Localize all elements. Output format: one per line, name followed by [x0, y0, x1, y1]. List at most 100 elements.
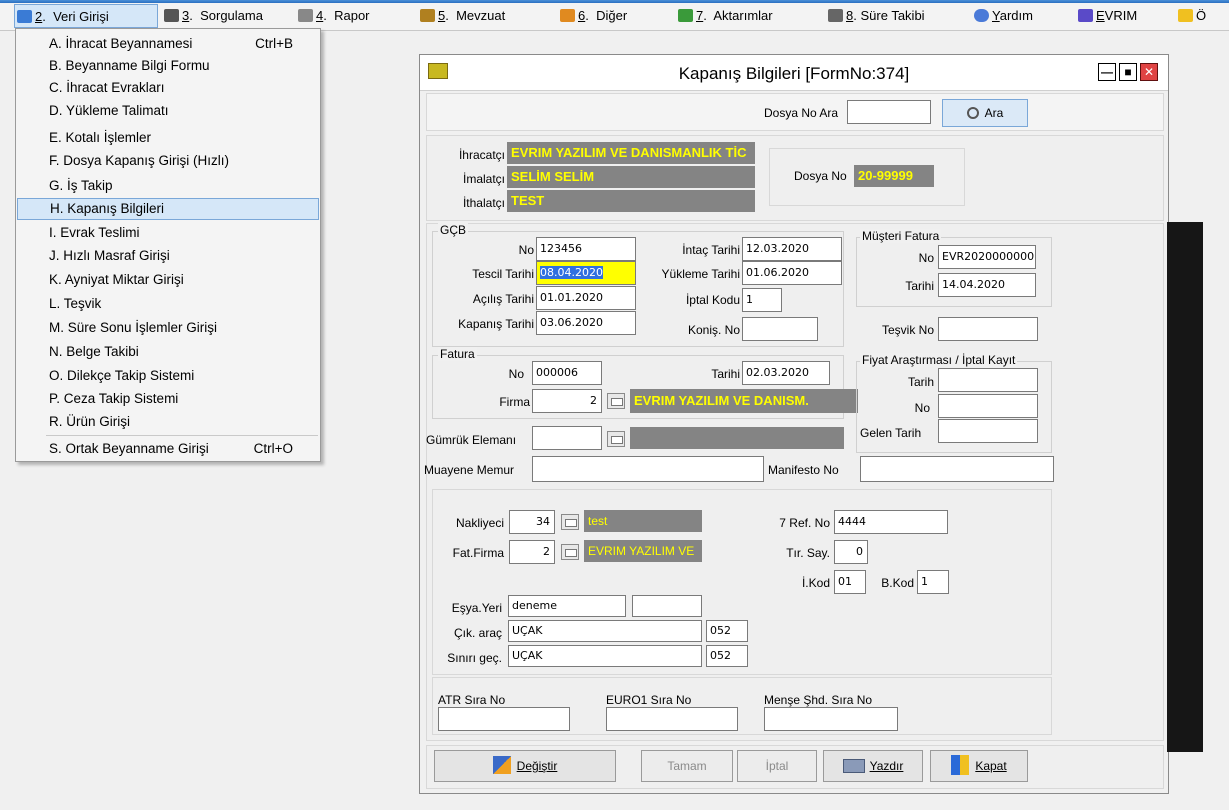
tir-say-label: Tır. Say. — [786, 546, 830, 560]
fatura-firma-no-input[interactable]: 2 — [532, 389, 602, 413]
yazdir-button[interactable]: Yazdır — [823, 750, 923, 782]
close-button[interactable]: ✕ — [1140, 63, 1158, 81]
dosya-no-ara-label: Dosya No Ara — [764, 106, 839, 120]
cik-arac-label: Çık. araç — [453, 626, 502, 640]
menu-item-belge-takibi[interactable]: N. Belge Takibi — [17, 341, 319, 363]
esya-yeri-input[interactable]: deneme — [508, 595, 626, 617]
cik-arac-code-input[interactable]: 052 — [706, 620, 748, 642]
musteri-no-label: No — [918, 251, 934, 265]
fatura-tarihi-label: Tarihi — [711, 367, 740, 381]
intac-tarihi-input[interactable]: 12.03.2020 — [742, 237, 842, 261]
menu-item-beyanname-bilgi-formu[interactable]: B. Beyanname Bilgi Formu — [17, 55, 319, 77]
menubar: 2. Veri Girişi 3. Sorgulama 4. Rapor 5. … — [0, 0, 1229, 31]
menu-item-is-takip[interactable]: G. İş Takip — [17, 175, 319, 197]
sinir-gec-code-input[interactable]: 052 — [706, 645, 748, 667]
menu-favorites[interactable]: Ö — [1176, 4, 1206, 28]
menu-item-tesvik[interactable]: L. Teşvik — [17, 293, 319, 315]
yukleme-tarihi-input[interactable]: 01.06.2020 — [742, 261, 842, 285]
sinir-gec-label: Sınırı geç. — [447, 651, 502, 665]
gelen-tarih-label: Gelen Tarih — [860, 426, 922, 440]
menu-item-yukleme-talimati[interactable]: D. Yükleme Talimatı — [17, 100, 319, 122]
iptal-button[interactable]: İptal — [737, 750, 817, 782]
maximize-button[interactable]: ■ — [1119, 63, 1137, 81]
fiyat-tarih-input[interactable] — [938, 368, 1038, 392]
tescil-tarihi-input[interactable]: 08.04.2020 — [536, 261, 636, 285]
edit-icon — [17, 10, 32, 23]
menu-item-urun-girisi[interactable]: R. Ürün Girişi — [17, 411, 319, 433]
nakliyeci-lookup-icon[interactable] — [561, 514, 579, 530]
fat-firma-label: Fat.Firma — [452, 546, 504, 560]
acilis-tarihi-label: Açılış Tarihi — [472, 292, 534, 306]
menu-diger[interactable]: 6. Diğer — [558, 4, 627, 28]
menu-item-ihracat-beyannamesi[interactable]: A. İhracat Beyannamesi Ctrl+B — [17, 33, 319, 55]
tir-say-input[interactable]: 0 — [834, 540, 868, 564]
menu-item-dosya-kapanis-girisi[interactable]: F. Dosya Kapanış Girişi (Hızlı) — [17, 150, 319, 172]
tamam-button[interactable]: Tamam — [641, 750, 733, 782]
manifesto-no-input[interactable] — [860, 456, 1054, 482]
menu-item-evrak-teslimi[interactable]: I. Evrak Teslimi — [17, 222, 319, 244]
menu-item-ihracat-evraklari[interactable]: C. İhracat Evrakları — [17, 77, 319, 99]
atr-sira-input[interactable] — [438, 707, 570, 731]
fat-firma-lookup-icon[interactable] — [561, 544, 579, 560]
menu-item-kapanis-bilgileri[interactable]: H. Kapanış Bilgileri — [17, 198, 319, 220]
menu-veri-girisi[interactable]: 2. Veri Girişi — [14, 4, 158, 28]
musteri-tarihi-input[interactable]: 14.04.2020 — [938, 273, 1036, 297]
menu-rapor[interactable]: 4. Rapor — [296, 4, 370, 28]
dosya-no-ara-input[interactable] — [847, 100, 931, 124]
menu-item-ortak-beyanname[interactable]: S. Ortak Beyanname Girişi Ctrl+O — [17, 438, 319, 460]
ikod-input[interactable]: 01 — [834, 570, 866, 594]
ihracatci-field: EVRIM YAZILIM VE DANISMANLIK TİC — [507, 142, 755, 164]
background-dark-panel — [1167, 222, 1203, 752]
kapat-button[interactable]: Kapat — [930, 750, 1028, 782]
gelen-tarih-input[interactable] — [938, 419, 1038, 443]
euro1-sira-input[interactable] — [606, 707, 738, 731]
minimize-button[interactable]: — — [1098, 63, 1116, 81]
menu-item-sure-sonu-islemler[interactable]: M. Süre Sonu İşlemler Girişi — [17, 317, 319, 339]
mense-sira-input[interactable] — [764, 707, 898, 731]
menu-item-kotali-islemler[interactable]: E. Kotalı İşlemler — [17, 127, 319, 149]
kapanis-tarihi-input[interactable]: 03.06.2020 — [536, 311, 636, 335]
gcb-no-input[interactable]: 123456 — [536, 237, 636, 261]
firma-lookup-icon[interactable] — [607, 393, 625, 409]
menu-item-ayniyat-miktar-girisi[interactable]: K. Ayniyat Miktar Girişi — [17, 269, 319, 291]
gumruk-lookup-icon[interactable] — [607, 431, 625, 447]
gumruk-elemani-input[interactable] — [532, 426, 602, 450]
menu-mevzuat[interactable]: 5. Mevzuat — [418, 4, 505, 28]
konis-no-input[interactable] — [742, 317, 818, 341]
fiyat-no-input[interactable] — [938, 394, 1038, 418]
ithalatci-label: İthalatçı — [462, 196, 505, 210]
pencil-icon — [492, 756, 511, 774]
query-icon — [164, 9, 179, 22]
bkod-input[interactable]: 1 — [917, 570, 949, 594]
fiyat-title: Fiyat Araştırması / İptal Kayıt — [860, 353, 1018, 367]
fat-firma-no-input[interactable]: 2 — [509, 540, 555, 564]
acilis-tarihi-input[interactable]: 01.01.2020 — [536, 286, 636, 310]
gumruk-elemani-label: Gümrük Elemanı — [426, 433, 517, 447]
nakliyeci-no-input[interactable]: 34 — [509, 510, 555, 534]
fatura-title: Fatura — [438, 347, 477, 361]
search-panel: Dosya No Ara Ara — [426, 93, 1164, 131]
menu-aktarimlar[interactable]: 7. Aktarımlar — [676, 4, 773, 28]
tesvik-no-input[interactable] — [938, 317, 1038, 341]
window-title: Kapanış Bilgileri [FormNo:374] — [678, 64, 910, 83]
menu-item-hizli-masraf-girisi[interactable]: J. Hızlı Masraf Girişi — [17, 245, 319, 267]
sinir-gec-input[interactable]: UÇAK — [508, 645, 702, 667]
menu-evrim[interactable]: EVRIM — [1076, 4, 1137, 28]
menu-sorgulama[interactable]: 3. Sorgulama — [162, 4, 263, 28]
fatura-no-input[interactable]: 000006 — [532, 361, 602, 385]
fatura-firma-label: Firma — [499, 395, 530, 409]
iptal-kodu-input[interactable]: 1 — [742, 288, 782, 312]
musteri-no-input[interactable]: EVR2020000000 — [938, 245, 1036, 269]
fatura-tarihi-input[interactable]: 02.03.2020 — [742, 361, 830, 385]
ref-no-input[interactable]: 4444 — [834, 510, 948, 534]
imalatci-label: İmalatçı — [462, 172, 505, 186]
menu-item-ceza-takip[interactable]: P. Ceza Takip Sistemi — [17, 388, 319, 410]
cik-arac-input[interactable]: UÇAK — [508, 620, 702, 642]
menu-sure-takibi[interactable]: 8. Süre Takibi — [826, 4, 925, 28]
menu-yardim[interactable]: Yardım — [972, 4, 1033, 28]
ara-button[interactable]: Ara — [942, 99, 1028, 127]
muayene-memur-input[interactable] — [532, 456, 764, 482]
esya-yeri-code-input[interactable] — [632, 595, 702, 617]
degistir-button[interactable]: Değiştir — [434, 750, 616, 782]
menu-item-dilekce-takip[interactable]: O. Dilekçe Takip Sistemi — [17, 365, 319, 387]
